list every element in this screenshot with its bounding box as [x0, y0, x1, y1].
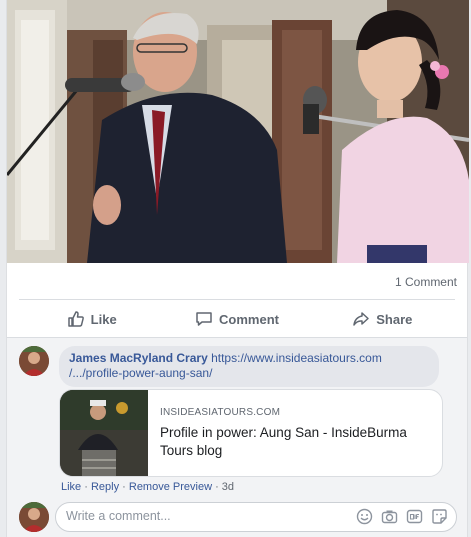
comment-input-box[interactable]: [55, 502, 457, 532]
comment-input[interactable]: [66, 509, 346, 523]
post-card: 1 Comment Like Comment Share James MacRy…: [6, 0, 469, 537]
comment-reply-link[interactable]: Reply: [91, 481, 119, 493]
link-preview-title: Profile in power: Aung San - InsideBurma…: [160, 425, 407, 458]
post-actions-bar: Like Comment Share: [19, 302, 455, 336]
post-photo[interactable]: [7, 0, 469, 263]
comment-url-line2: /.../profile-power-aung-san/: [69, 366, 213, 380]
comments-section: James MacRyland Crary https://www.inside…: [7, 338, 467, 537]
share-button[interactable]: Share: [310, 302, 455, 336]
link-preview-card[interactable]: INSIDEASIATOURS.COM Profile in power: Au…: [59, 389, 443, 477]
composer-tools: [356, 508, 448, 525]
share-label: Share: [376, 311, 413, 327]
gif-icon[interactable]: [406, 508, 423, 525]
comment-bubble: James MacRyland Crary https://www.inside…: [59, 346, 439, 387]
post-photo-image: [7, 0, 469, 263]
divider: [19, 299, 455, 300]
comment-composer: [7, 500, 467, 536]
camera-icon[interactable]: [381, 508, 398, 525]
avatar[interactable]: [19, 502, 49, 532]
avatar-image: [19, 346, 49, 376]
comment-author-link[interactable]: James MacRyland Crary: [69, 351, 208, 365]
link-preview-thumbnail: [60, 390, 148, 476]
comment-url-line1: https://www.insideasiatours.com: [211, 351, 382, 365]
link-preview-image: [60, 390, 148, 476]
like-label: Like: [90, 311, 117, 327]
comment-count-link[interactable]: 1 Comment: [395, 275, 457, 289]
speech-bubble-icon: [196, 312, 212, 326]
share-arrow-icon: [353, 312, 369, 326]
avatar[interactable]: [19, 346, 49, 376]
comment-button[interactable]: Comment: [164, 302, 309, 336]
sticker-icon[interactable]: [431, 508, 448, 525]
avatar-image: [19, 502, 49, 532]
thumbs-up-icon: [67, 311, 84, 327]
remove-preview-link[interactable]: Remove Preview: [129, 481, 212, 493]
comment-age[interactable]: 3d: [222, 481, 234, 493]
comment-like-link[interactable]: Like: [61, 481, 81, 493]
like-button[interactable]: Like: [19, 302, 164, 336]
emoji-icon[interactable]: [356, 508, 373, 525]
comment-meta: Like · Reply · Remove Preview · 3d: [61, 481, 235, 493]
comment-label: Comment: [219, 311, 279, 327]
link-preview-domain: INSIDEASIATOURS.COM: [160, 407, 281, 418]
